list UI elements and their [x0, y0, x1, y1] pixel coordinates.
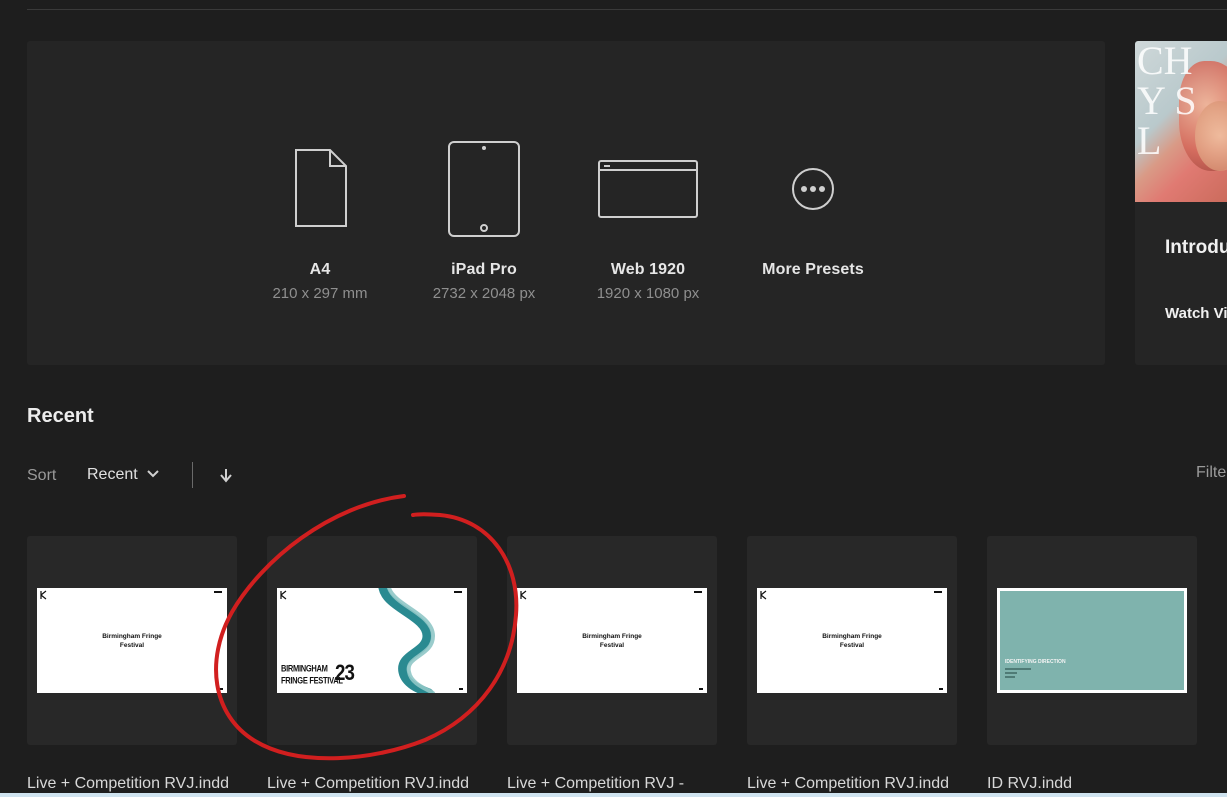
preset-ipad-pro[interactable]: iPad Pro 2732 x 2048 px [409, 139, 559, 302]
logo-icon [40, 590, 47, 600]
file-name[interactable]: ID RVJ.indd [987, 775, 1202, 793]
thumb-title: Birmingham Fringe Festival [822, 633, 882, 649]
tutorial-thumbnail: CH Y S L [1135, 41, 1227, 202]
sort-dropdown[interactable]: Recent [87, 466, 160, 484]
file-thumbnail: Birmingham Fringe Festival [757, 588, 947, 693]
recent-file-card[interactable]: Birmingham Fringe Festival [27, 536, 237, 745]
recent-heading: Recent [27, 405, 94, 427]
tutorial-thumb-lettering: CH Y S L [1137, 41, 1197, 163]
recent-file-card[interactable]: IDENTIFYING DIRECTION [987, 536, 1197, 745]
preset-name: iPad Pro [451, 261, 517, 278]
sort-value: Recent [87, 466, 138, 483]
tutorial-title: Introdu [1165, 237, 1227, 258]
arrow-down-icon [220, 469, 232, 483]
tutorial-card[interactable]: CH Y S L Introdu Watch Vi [1135, 41, 1227, 365]
recent-file-card[interactable]: BIRMINGHAM FRINGE FESTIVAL 23 [267, 536, 477, 745]
tablet-icon [409, 139, 559, 239]
sort-direction-button[interactable] [216, 464, 236, 486]
preset-more[interactable]: More Presets [738, 139, 888, 285]
thumb-title: Birmingham Fringe Festival [582, 633, 642, 649]
preset-a4[interactable]: A4 210 x 297 mm [245, 139, 395, 302]
chevron-down-icon [146, 466, 160, 484]
file-name[interactable]: Live + Competition RVJ.indd [747, 775, 962, 793]
preset-web-1920[interactable]: Web 1920 1920 x 1080 px [573, 139, 723, 302]
new-document-presets-panel: A4 210 x 297 mm iPad Pro 2732 x 2048 px [27, 41, 1105, 365]
preset-name: More Presets [762, 261, 864, 278]
more-icon [738, 139, 888, 239]
thumb-title: IDENTIFYING DIRECTION [1005, 659, 1066, 665]
preset-size: 210 x 297 mm [272, 285, 368, 302]
browser-window-icon [573, 139, 723, 239]
filter-label[interactable]: Filter [1196, 464, 1227, 482]
thumb-title: Birmingham Fringe Festival [102, 633, 162, 649]
file-thumbnail: IDENTIFYING DIRECTION [997, 588, 1187, 693]
preset-name: Web 1920 [610, 261, 686, 278]
logo-icon [520, 590, 527, 600]
preset-size: 1920 x 1080 px [596, 285, 700, 302]
logo-icon [760, 590, 767, 600]
file-thumbnail: Birmingham Fringe Festival [37, 588, 227, 693]
recent-file-card[interactable]: Birmingham Fringe Festival [507, 536, 717, 745]
file-name[interactable]: Live + Competition RVJ.indd [267, 775, 482, 793]
preset-size: 2732 x 2048 px [432, 285, 536, 302]
sort-label: Sort [27, 467, 57, 484]
watch-video-link[interactable]: Watch Vi [1165, 305, 1227, 322]
sort-divider [192, 462, 193, 488]
thumb-number: 23 [335, 660, 355, 685]
recent-file-card[interactable]: Birmingham Fringe Festival [747, 536, 957, 745]
top-divider [27, 9, 1227, 10]
file-thumbnail: BIRMINGHAM FRINGE FESTIVAL 23 [277, 588, 467, 693]
preset-name: A4 [309, 261, 331, 278]
start-screen: A4 210 x 297 mm iPad Pro 2732 x 2048 px [0, 0, 1227, 797]
file-thumbnail: Birmingham Fringe Festival [517, 588, 707, 693]
file-name[interactable]: Live + Competition RVJ - [507, 775, 722, 793]
document-icon [245, 139, 395, 239]
file-name[interactable]: Live + Competition RVJ.indd [27, 775, 242, 793]
thumb-title: BIRMINGHAM FRINGE FESTIVAL [281, 663, 343, 686]
bottom-strip [0, 793, 1227, 797]
